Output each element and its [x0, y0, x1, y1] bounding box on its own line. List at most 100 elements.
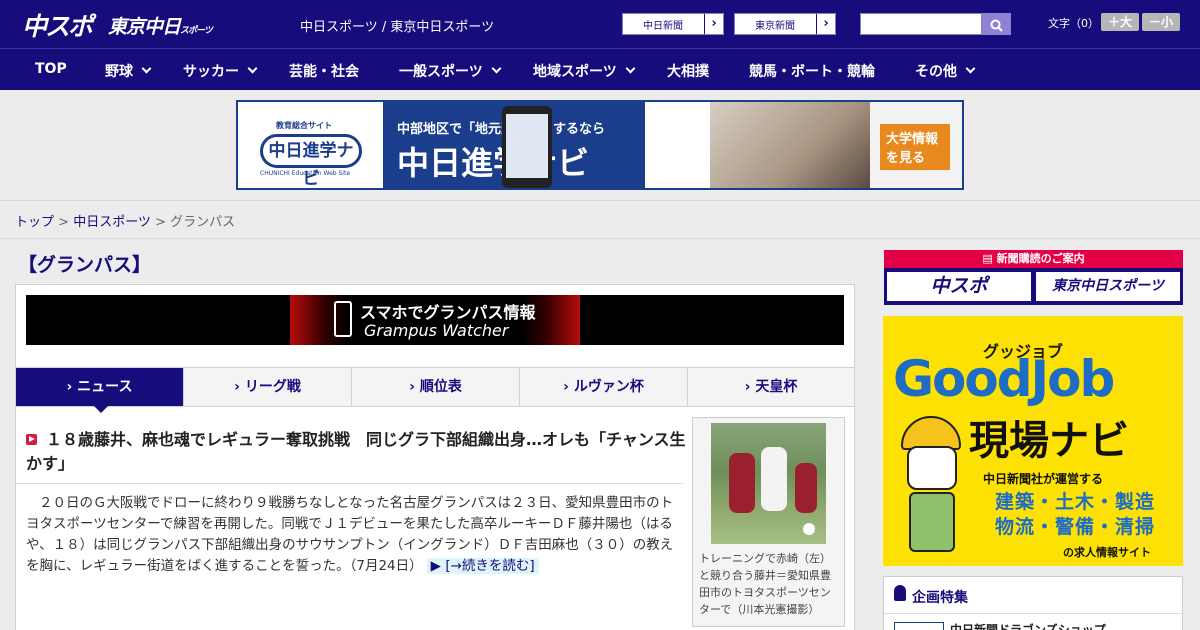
breadcrumb-top[interactable]: トップ [15, 215, 54, 230]
breadcrumb-sep: > [54, 215, 74, 230]
tab-news[interactable]: › ニュース [16, 368, 184, 406]
feature-item[interactable]: 中日新聞ドラゴンズショップ [950, 621, 1106, 630]
banner-line1: 中部地区で「地元進学」をするなら [397, 122, 606, 137]
article-headline[interactable]: １８歳藤井、麻也魂でレギュラー奪取挑戦 同じグラ下部組織出身…オレも「チャンス生… [26, 428, 686, 476]
banner-logo-area: 教育総合サイト 中日進学ナビ CHUNICHI Education Web Si… [238, 102, 383, 188]
goodjob-by: 中日新聞社が運営する [983, 472, 1104, 486]
students-photo [710, 102, 870, 188]
feature-box: 企画特集 中日新聞ドラゴンズショップ [883, 576, 1183, 630]
font-smaller-button[interactable]: －小 [1142, 13, 1180, 31]
nav-label: 地域スポーツ [533, 64, 617, 80]
chevron-right-icon: › [66, 379, 78, 395]
headline-text[interactable]: １８歳藤井、麻也魂でレギュラー奪取挑戦 同じグラ下部組織出身…オレも「チャンス生… [26, 430, 686, 473]
goodjob-title: 現場ナビ [969, 418, 1129, 464]
nav-label: 一般スポーツ [399, 64, 483, 80]
banner-cta-area: 大学情報を見る [870, 102, 962, 188]
search-input[interactable] [860, 13, 982, 35]
news-panel: スマホでグランパス情報 Grampus Watcher › ニュース › リーグ… [15, 284, 855, 630]
site-header: 中スポ 東京中日スポーツ 中日スポーツ / 東京中日スポーツ 中日新聞 › 東京新… [0, 0, 1200, 48]
shingaku-navi-banner[interactable]: 教育総合サイト 中日進学ナビ CHUNICHI Education Web Si… [236, 100, 964, 190]
nav-item-baseball[interactable]: 野球 [105, 61, 152, 81]
nav-item-entertainment[interactable]: 芸能・社会 [289, 61, 359, 81]
tab-label: ルヴァン杯 [573, 379, 644, 395]
article-date: （7月24日） [349, 558, 423, 574]
header-title: 中日スポーツ / 東京中日スポーツ [300, 20, 495, 35]
font-larger-button[interactable]: ＋大 [1101, 13, 1139, 31]
chuspo-logo[interactable]: 中スポ [22, 7, 93, 43]
goodjob-banner[interactable]: グッジョブ GoodJob 現場ナビ 中日新聞社が運営する 建築・土木・製造 物流… [883, 316, 1183, 566]
divider [884, 613, 1182, 614]
nav-label: その他 [915, 64, 957, 80]
chevron-down-icon [625, 63, 636, 74]
smartphone-icon [334, 301, 352, 337]
grampus-watcher-banner[interactable]: スマホでグランパス情報 Grampus Watcher [26, 295, 844, 345]
chevron-right-icon: › [234, 379, 245, 395]
search-icon [990, 19, 1003, 32]
play-icon: ▶ [430, 558, 446, 574]
play-icon [26, 434, 37, 445]
banner-badge: 教育総合サイト [276, 121, 332, 130]
tokyo-chunichi-logo[interactable]: 東京中日スポーツ [108, 12, 213, 39]
tokyo-shimbun-link[interactable]: 東京新聞 › [734, 13, 836, 35]
tokyo-logo-text: 東京中日 [108, 16, 181, 38]
tab-emperors-cup[interactable]: › 天皇杯 [688, 368, 854, 406]
banner-logo-en: CHUNICHI Education Web Site [260, 170, 351, 177]
read-more-link[interactable]: ▶ [→続きを読む] [426, 558, 539, 574]
tab-label: リーグ戦 [244, 379, 301, 395]
breadcrumb-chuspo[interactable]: 中日スポーツ [73, 215, 151, 230]
subscribe-tokyo-button[interactable]: 東京中日スポーツ [1036, 272, 1180, 301]
gw-line2: Grampus Watcher [364, 321, 509, 340]
category-tabs: › ニュース › リーグ戦 › 順位表 › ルヴァン杯 › 天皇杯 [16, 367, 854, 407]
tab-levain-cup[interactable]: › ルヴァン杯 [520, 368, 688, 406]
breadcrumb-current: グランパス [170, 215, 236, 230]
chevron-right-icon: › [816, 14, 835, 34]
photo-caption: トレーニングで赤崎（左）と競り合う藤井＝愛知県豊田市のトヨタスポーツセンターで（… [699, 552, 831, 616]
search-button[interactable] [982, 13, 1011, 35]
subscribe-title: ▤ 新聞購読のご案内 [884, 250, 1183, 268]
goodjob-fields-2: 物流・警備・清掃 [995, 516, 1156, 538]
chevron-down-icon [141, 63, 152, 74]
tab-label: 順位表 [419, 379, 462, 395]
chevron-right-icon: › [563, 379, 574, 395]
tab-standings[interactable]: › 順位表 [352, 368, 520, 406]
divider [16, 483, 684, 484]
goodjob-fields-1: 建築・土木・製造 [995, 491, 1156, 513]
nav-item-keiba[interactable]: 競馬・ボート・競輪 [749, 61, 875, 81]
nav-item-soccer[interactable]: サッカー [183, 61, 258, 81]
goodjob-logo: GoodJob [893, 350, 1115, 408]
chunichi-label: 中日新聞 [643, 21, 683, 32]
nav-label: 芸能・社会 [289, 64, 359, 80]
nav-item-other[interactable]: その他 [915, 61, 976, 81]
feature-thumb[interactable] [894, 622, 944, 630]
tab-league[interactable]: › リーグ戦 [184, 368, 352, 406]
chevron-down-icon [965, 63, 976, 74]
nav-item-sumo[interactable]: 大相撲 [667, 61, 709, 81]
nav-label: 競馬・ボート・競輪 [749, 64, 875, 80]
tokyo-label: 東京新聞 [755, 21, 795, 32]
article-photo[interactable] [711, 423, 826, 544]
subscribe-chuspo-button[interactable]: 中スポ [887, 272, 1031, 301]
smartphone-image [502, 106, 552, 188]
grampus-watcher-inner: スマホでグランパス情報 Grampus Watcher [290, 295, 580, 345]
nav-item-general-sports[interactable]: 一般スポーツ [399, 61, 502, 81]
banner-line2: 中日進学ナビ [397, 144, 590, 182]
active-tab-pointer [94, 406, 108, 413]
article-photo-box: トレーニングで赤崎（左）と競り合う藤井＝愛知県豊田市のトヨタスポーツセンターで（… [692, 417, 845, 627]
chunichi-shimbun-link[interactable]: 中日新聞 › [622, 13, 724, 35]
nav-item-local-sports[interactable]: 地域スポーツ [533, 61, 636, 81]
banner-cta[interactable]: 大学情報を見る [880, 124, 950, 170]
nav-label: 大相撲 [667, 64, 709, 80]
tab-label: ニュース [77, 379, 133, 395]
feature-title: 企画特集 [912, 590, 968, 606]
tab-label: 天皇杯 [755, 379, 798, 395]
goodjob-foot: の求人情報サイト [1063, 546, 1151, 559]
article-body: ２０日のＧ大阪戦でドローに終わり９戦勝ちなしとなった名古屋グランパスは２３日、愛… [26, 493, 686, 577]
chevron-right-icon: › [409, 379, 420, 395]
subscribe-title-text: 新聞購読のご案内 [996, 252, 1085, 265]
breadcrumb-sep: > [150, 215, 171, 230]
section-title: 【グランパス】 [18, 254, 152, 276]
nav-item-top[interactable]: TOP [35, 61, 67, 77]
nav-label: 野球 [105, 64, 133, 80]
breadcrumb: トップ > 中日スポーツ > グランパス [0, 200, 1200, 239]
chevron-right-icon: › [704, 14, 723, 34]
